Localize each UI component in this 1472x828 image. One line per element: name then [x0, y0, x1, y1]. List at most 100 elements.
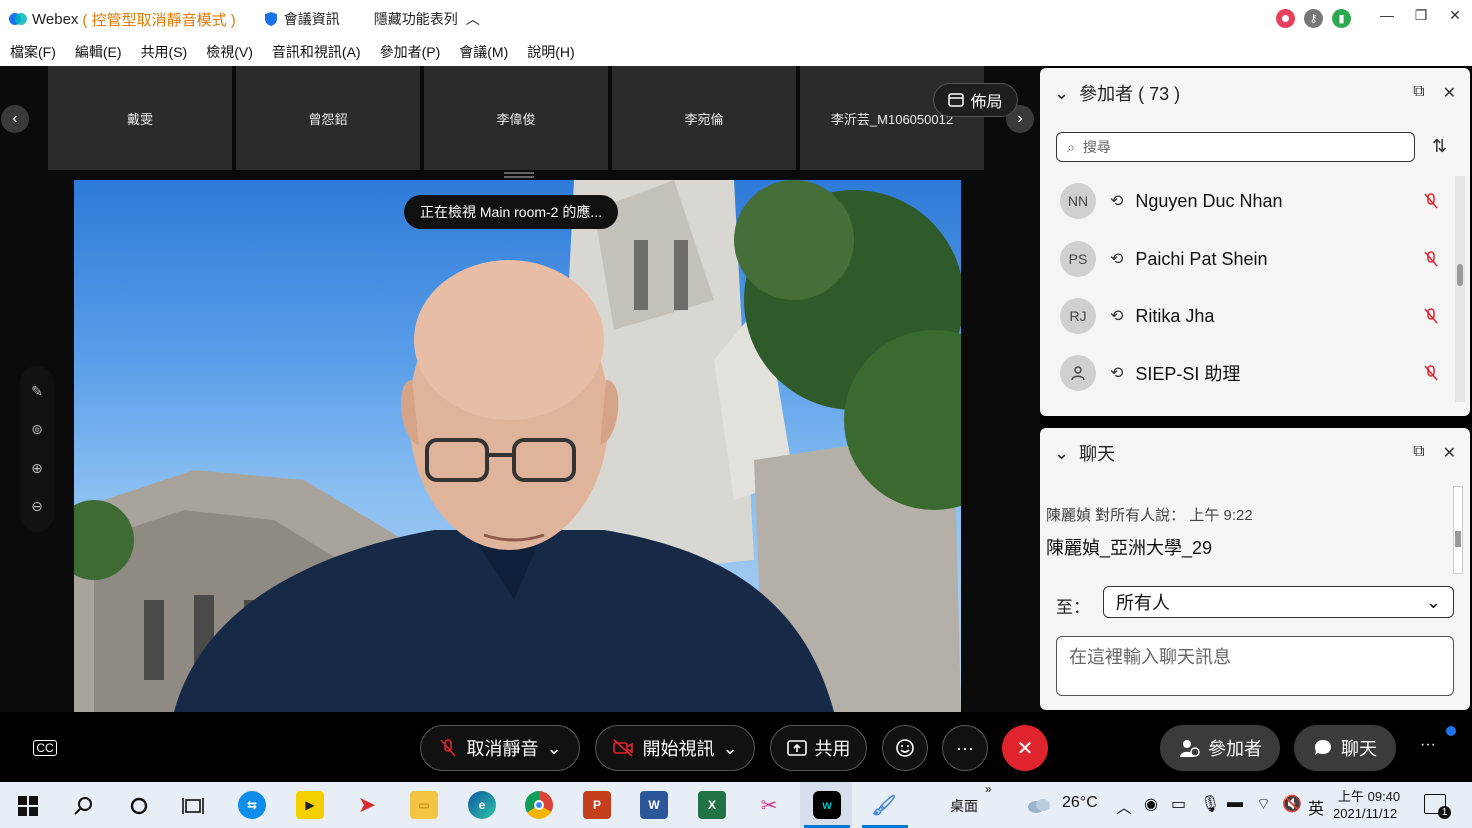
ime-indicator[interactable]: 英 — [1308, 795, 1324, 819]
chat-input[interactable]: 在這裡輸入聊天訊息 — [1056, 636, 1454, 696]
search-icon[interactable] — [73, 795, 95, 817]
pop-out-icon[interactable]: ⧉ — [1413, 443, 1424, 463]
participant-row[interactable]: RJ ⟲ Ritika Jha — [1060, 296, 1440, 336]
thumbnail-tile[interactable]: 戴雯 — [48, 66, 232, 170]
key-icon[interactable]: ⚷ — [1304, 9, 1323, 28]
weather-temp[interactable]: 26°C — [1062, 794, 1098, 812]
menu-help[interactable]: 說明(H) — [527, 42, 574, 62]
participant-name: Ritika Jha — [1135, 305, 1215, 326]
layout-label: 佈局 — [970, 94, 1003, 111]
minimize-button[interactable]: — — [1370, 0, 1404, 30]
clock-time[interactable]: 上午 09:40 — [1338, 786, 1400, 805]
annotate-icon[interactable]: ✎ — [31, 383, 43, 400]
chevron-down-icon[interactable]: ⌄ — [722, 738, 737, 759]
powerpoint-icon[interactable]: P — [583, 791, 611, 819]
muted-mic-icon[interactable] — [1422, 307, 1440, 325]
chevron-up-icon[interactable]: ︿ — [1116, 794, 1132, 818]
pointer-icon[interactable]: ⊚ — [31, 421, 43, 438]
collapse-chevron-icon[interactable]: ⌄ — [1054, 443, 1069, 464]
teamviewer-icon[interactable]: ⇆ — [238, 791, 266, 819]
start-video-button[interactable]: 開始視訊 ⌄ — [595, 725, 755, 771]
more-options-button[interactable]: ··· — [942, 725, 988, 771]
close-window-button[interactable]: ✕ — [1438, 0, 1472, 30]
close-panel-icon[interactable]: ✕ — [1443, 83, 1456, 103]
muted-mic-icon[interactable] — [1422, 250, 1440, 268]
speaker-muted-icon[interactable]: 🔇 — [1282, 794, 1302, 814]
leave-meeting-button[interactable]: ✕ — [1002, 725, 1048, 771]
muted-mic-icon[interactable] — [1422, 192, 1440, 210]
chat-tray-icon[interactable]: ▭ — [1171, 794, 1186, 814]
menu-edit[interactable]: 編輯(E) — [75, 42, 122, 62]
weather-cloud-icon[interactable] — [1026, 796, 1052, 814]
scroll-thumb[interactable] — [1457, 264, 1463, 286]
edge-icon[interactable]: e — [468, 791, 496, 819]
webex-taskbar-icon[interactable]: w — [813, 791, 841, 819]
file-explorer-icon[interactable]: ▭ — [410, 791, 438, 819]
refresh-icon: ⟲ — [1110, 193, 1124, 210]
menu-share[interactable]: 共用(S) — [141, 42, 188, 62]
window-controls: — ❐ ✕ — [1370, 0, 1472, 30]
microphone-icon[interactable]: 🎙 — [1200, 794, 1220, 814]
excel-icon[interactable]: X — [698, 791, 726, 819]
hide-menu-button[interactable]: 隱藏功能表列 ︿ — [374, 9, 480, 29]
scroll-thumb[interactable] — [1455, 531, 1461, 547]
participant-row[interactable]: NN ⟲ Nguyen Duc Nhan — [1060, 181, 1440, 221]
signal-icon[interactable]: ▮ — [1332, 9, 1351, 28]
chrome-icon[interactable] — [525, 791, 553, 819]
record-tray-icon[interactable]: ◉ — [1144, 794, 1158, 814]
notification-center-button[interactable]: 1 — [1424, 794, 1451, 819]
meeting-info-button[interactable]: 會議資訊 — [264, 9, 340, 29]
player-icon[interactable]: ▶ — [296, 791, 324, 819]
windows-start-icon[interactable] — [18, 796, 38, 816]
captions-button[interactable]: CC — [22, 725, 68, 771]
task-view-icon[interactable] — [182, 795, 204, 817]
snipping-tool-icon[interactable]: ✂ — [755, 791, 783, 819]
strip-prev-button[interactable]: ‹ — [1, 105, 29, 133]
share-button[interactable]: 共用 — [770, 725, 867, 771]
thumbnail-tile[interactable]: 李偉俊 — [424, 66, 608, 170]
zoom-out-icon[interactable]: ⊖ — [31, 498, 43, 515]
paint-icon[interactable]: 🖌 — [870, 791, 898, 819]
chat-scrollbar[interactable] — [1453, 486, 1463, 574]
recipient-select[interactable]: 所有人 ⌄ — [1103, 586, 1454, 618]
sort-icon[interactable]: ⇅ — [1432, 136, 1447, 157]
menu-view[interactable]: 檢視(V) — [206, 42, 253, 62]
thumbnail-tile[interactable]: 李宛倫 — [612, 66, 796, 170]
thumbnail-tile[interactable]: 曾怨鉊 — [236, 66, 420, 170]
word-icon[interactable]: W — [640, 791, 668, 819]
menu-meeting[interactable]: 會議(M) — [459, 42, 508, 62]
chat-bubble-icon — [1315, 740, 1331, 755]
participant-row[interactable]: PS ⟲ Paichi Pat Shein — [1060, 239, 1440, 279]
overflow-button[interactable]: ··· — [1420, 736, 1436, 754]
unmute-button[interactable]: 取消靜音 ⌄ — [420, 725, 580, 771]
participants-scrollbar[interactable] — [1455, 176, 1465, 402]
app-arrow-icon[interactable]: ➤ — [353, 791, 381, 819]
participant-search-input[interactable]: ⌕ 搜尋 — [1056, 132, 1415, 162]
thumbnail-tile[interactable]: 李沂芸_M106050012 — [800, 66, 984, 170]
participants-toggle-button[interactable]: 參加者 — [1160, 725, 1280, 771]
unmute-label: 取消靜音 — [466, 739, 539, 759]
muted-mic-icon[interactable] — [1422, 364, 1440, 382]
drag-handle[interactable] — [504, 172, 534, 178]
menu-participants[interactable]: 參加者(P) — [380, 42, 441, 62]
zoom-in-icon[interactable]: ⊕ — [31, 460, 43, 477]
menu-audio-video[interactable]: 音訊和視訊(A) — [272, 42, 361, 62]
participant-row[interactable]: ⟲ SIEP-SI 助理 — [1060, 353, 1440, 393]
wifi-icon[interactable]: ⌔ — [1256, 794, 1271, 814]
menu-file[interactable]: 檔案(F) — [10, 42, 56, 62]
chat-toggle-button[interactable]: 聊天 — [1294, 725, 1396, 771]
recording-icon[interactable] — [1276, 9, 1295, 28]
recipient-value: 所有人 — [1116, 593, 1170, 613]
layout-button[interactable]: 佈局 — [933, 83, 1018, 117]
collapse-chevron-icon[interactable]: ⌄ — [1054, 83, 1069, 104]
clock-date[interactable]: 2021/11/12 — [1333, 806, 1397, 821]
pop-out-icon[interactable]: ⧉ — [1413, 83, 1424, 103]
chevron-down-icon[interactable]: ⌄ — [546, 738, 561, 759]
battery-icon[interactable]: ▬ — [1227, 794, 1243, 812]
desktop-toolbar-label[interactable]: 桌面 — [950, 796, 978, 816]
close-panel-icon[interactable]: ✕ — [1443, 443, 1456, 463]
restore-button[interactable]: ❐ — [1404, 0, 1438, 30]
reactions-button[interactable] — [882, 725, 928, 771]
expand-toolbar-icon[interactable]: » — [985, 782, 992, 796]
cortana-icon[interactable] — [128, 795, 150, 817]
